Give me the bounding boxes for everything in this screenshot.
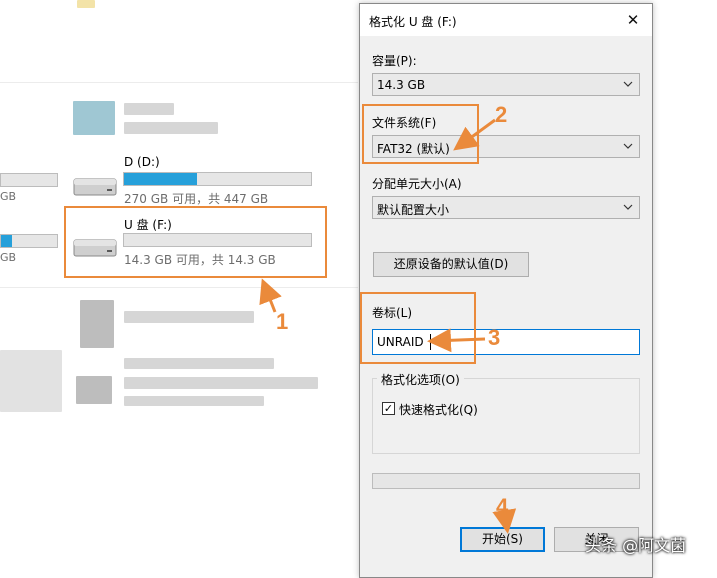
step-2-marker: 2 (495, 102, 508, 127)
watermark: 头条 @阿文菌 (585, 536, 687, 555)
step-4-marker: 4 (496, 494, 509, 519)
step-1-marker: 1 (276, 309, 289, 334)
step-3-marker: 3 (488, 325, 501, 350)
annotation-arrows (259, 118, 517, 534)
